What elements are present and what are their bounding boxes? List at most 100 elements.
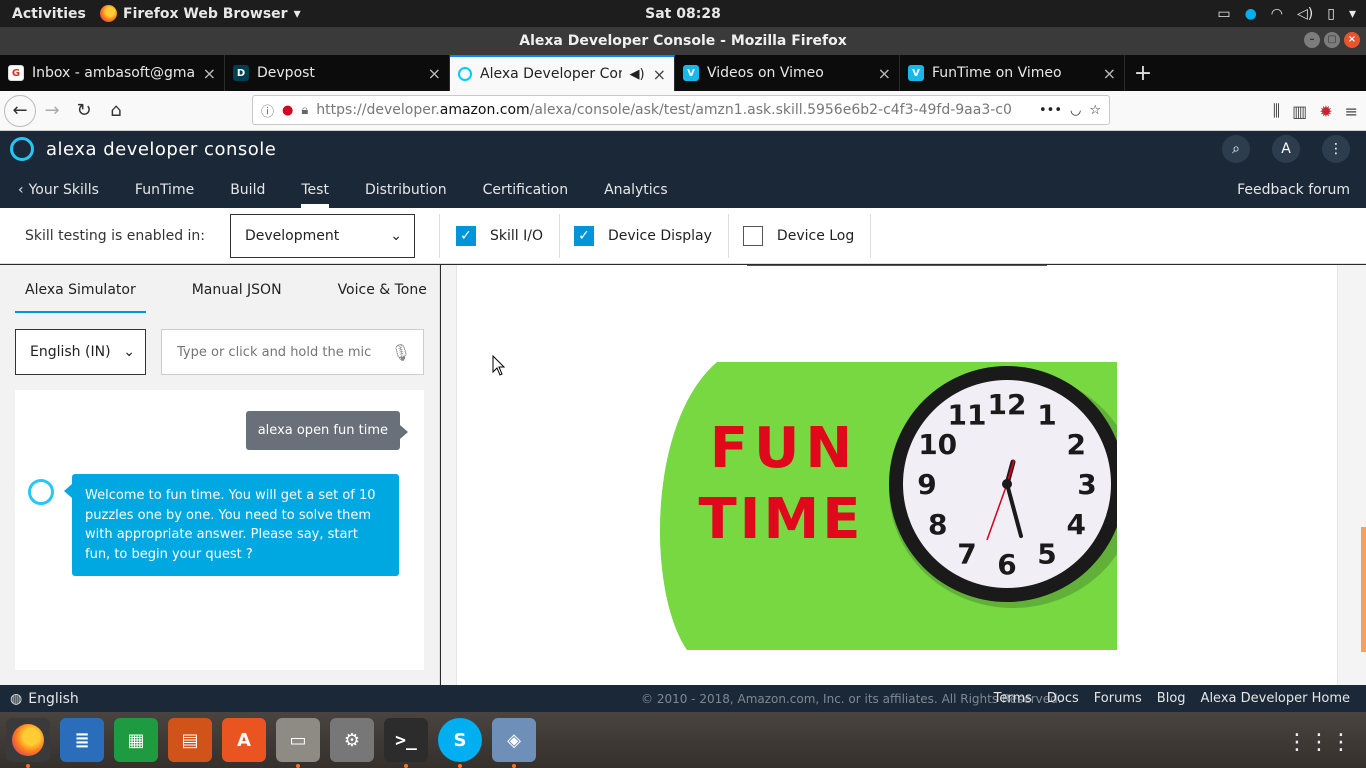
wifi-icon[interactable]: ◠: [1271, 6, 1283, 22]
bookmark-star-icon[interactable]: ☆: [1089, 103, 1101, 118]
maximize-icon[interactable]: ▢: [1324, 32, 1340, 48]
simulator-panel: Alexa Simulator Manual JSON Voice & Tone…: [0, 265, 440, 685]
skill-io-checkbox[interactable]: ✓ Skill I/O: [456, 225, 559, 246]
nav-analytics[interactable]: Analytics: [586, 171, 686, 208]
divider: [558, 213, 560, 258]
test-controls: Skill testing is enabled in: Development…: [0, 208, 1366, 264]
scrollbar-thumb[interactable]: [1361, 527, 1366, 652]
tab-manual-json[interactable]: Manual JSON: [182, 265, 292, 315]
speaker-icon[interactable]: ◀): [630, 67, 645, 82]
nav-distribution[interactable]: Distribution: [347, 171, 465, 208]
footer-link-blog[interactable]: Blog: [1157, 691, 1186, 706]
show-applications-icon[interactable]: ⋮⋮⋮: [1286, 730, 1352, 755]
close-tab-icon[interactable]: ×: [203, 64, 216, 83]
library-icon[interactable]: ⫼: [1273, 101, 1280, 121]
close-tab-icon[interactable]: ×: [1103, 64, 1116, 83]
dock-libreoffice-writer[interactable]: ≣: [60, 718, 104, 762]
dock-virtualbox[interactable]: ◈: [492, 718, 536, 768]
search-icon[interactable]: ⌕: [1222, 135, 1250, 163]
close-tab-icon[interactable]: ×: [428, 64, 441, 83]
microphone-icon[interactable]: 🎙︎: [391, 343, 411, 362]
close-tab-icon[interactable]: ×: [878, 64, 891, 83]
system-tray[interactable]: ▭ ● ◠ ◁) ▯ ▾: [1217, 0, 1356, 27]
clock-numeral: 10: [918, 428, 957, 461]
dock-terminal[interactable]: >_: [384, 718, 428, 768]
sidebar-icon[interactable]: ▥: [1292, 102, 1307, 121]
environment-select[interactable]: Development ⌄: [230, 213, 415, 258]
microphone-icon[interactable]: ●: [282, 103, 293, 118]
gear-icon: ⚙: [343, 729, 361, 751]
feedback-forum-link[interactable]: Feedback forum: [1237, 182, 1350, 198]
divider: [747, 265, 1047, 266]
close-tab-icon[interactable]: ×: [653, 65, 666, 84]
chevron-down-icon: ⌄: [390, 227, 402, 244]
tab-devpost[interactable]: D Devpost ×: [225, 55, 450, 91]
chevron-down-icon[interactable]: ▾: [1349, 6, 1356, 22]
footer-link-docs[interactable]: Docs: [1047, 691, 1079, 706]
divider: [727, 213, 729, 258]
device-log-checkbox[interactable]: Device Log: [742, 225, 870, 246]
toolbar-right: ⫼ ▥ ✹ ≡: [1273, 95, 1358, 127]
console-footer: ◍ English © 2010 - 2018, Amazon.com, Inc…: [0, 685, 1366, 712]
system-top-bar: Activities Firefox Web Browser ▾ Sat 08:…: [0, 0, 1366, 27]
nav-funtime[interactable]: FunTime: [117, 171, 212, 208]
utterance-box[interactable]: 🎙︎: [161, 329, 424, 375]
dock-libreoffice-impress[interactable]: ▤: [168, 718, 212, 762]
skype-tray-icon[interactable]: ●: [1245, 6, 1257, 22]
dock-skype[interactable]: S: [438, 718, 482, 768]
language-select[interactable]: English (IN) ⌄: [15, 329, 146, 375]
home-button[interactable]: ⌂: [100, 95, 132, 127]
nav-build[interactable]: Build: [212, 171, 283, 208]
url-bar[interactable]: ⓘ ● 🔒︎ https://developer.amazon.com/alex…: [252, 95, 1110, 125]
checkbox-unchecked-icon[interactable]: [742, 225, 763, 246]
tab-alexa-console[interactable]: Alexa Developer Console ◀) ×: [450, 55, 675, 91]
tab-voice-tone[interactable]: Voice & Tone: [328, 265, 437, 315]
hamburger-menu-icon[interactable]: ≡: [1345, 102, 1358, 121]
lock-icon[interactable]: 🔒︎: [301, 103, 308, 118]
extension-icon[interactable]: ✹: [1319, 102, 1332, 121]
checkbox-checked-icon[interactable]: ✓: [456, 225, 476, 246]
divider: [439, 213, 440, 258]
close-window-icon[interactable]: ×: [1344, 32, 1360, 48]
dock-firefox[interactable]: [6, 718, 50, 768]
new-tab-button[interactable]: +: [1125, 55, 1161, 91]
url-text[interactable]: https://developer.amazon.com/alexa/conso…: [316, 102, 1031, 118]
reload-button[interactable]: ↻: [68, 95, 100, 127]
language-picker[interactable]: ◍ English: [10, 691, 79, 707]
footer-link-terms[interactable]: Terms: [994, 691, 1032, 706]
chevron-down-icon: ▾: [293, 5, 301, 22]
dock-files[interactable]: ▭: [276, 718, 320, 768]
console-brand[interactable]: alexa developer console: [10, 137, 276, 161]
your-skills-link[interactable]: ‹ Your Skills: [0, 171, 117, 208]
page-actions-icon[interactable]: •••: [1039, 103, 1062, 118]
tab-gmail[interactable]: G Inbox - ambasoft@gmail.com ×: [0, 55, 225, 91]
nav-test[interactable]: Test: [283, 171, 347, 208]
app-menu[interactable]: Firefox Web Browser ▾: [100, 5, 301, 22]
dock-libreoffice-calc[interactable]: ▦: [114, 718, 158, 762]
footer-link-forums[interactable]: Forums: [1094, 691, 1142, 706]
camera-icon[interactable]: ▭: [1217, 6, 1230, 22]
dock-software-center[interactable]: A: [222, 718, 266, 762]
kebab-menu-icon[interactable]: ⋮: [1322, 135, 1350, 163]
tab-vimeo-videos[interactable]: V Videos on Vimeo ×: [675, 55, 900, 91]
tab-vimeo-funtime[interactable]: V FunTime on Vimeo ×: [900, 55, 1125, 91]
volume-icon[interactable]: ◁): [1297, 6, 1313, 22]
info-icon[interactable]: ⓘ: [261, 101, 274, 120]
utterance-input[interactable]: [177, 344, 381, 360]
back-button[interactable]: ←: [4, 94, 36, 127]
pocket-icon[interactable]: ◡: [1070, 103, 1081, 118]
checkbox-checked-icon[interactable]: ✓: [573, 225, 594, 246]
device-display-checkbox[interactable]: ✓ Device Display: [573, 225, 728, 246]
avatar[interactable]: A: [1272, 135, 1300, 163]
footer-link-developer-home[interactable]: Alexa Developer Home: [1201, 691, 1350, 706]
simulator-input-row: English (IN) ⌄ 🎙︎: [15, 329, 424, 375]
minimize-icon[interactable]: –: [1304, 32, 1320, 48]
forward-button[interactable]: →: [36, 95, 68, 127]
clock-numeral: 1: [1037, 399, 1056, 432]
battery-icon[interactable]: ▯: [1327, 6, 1335, 22]
tab-alexa-simulator[interactable]: Alexa Simulator: [15, 265, 146, 315]
window-controls: – ▢ ×: [1304, 32, 1360, 48]
activities-button[interactable]: Activities: [0, 6, 100, 22]
nav-certification[interactable]: Certification: [465, 171, 586, 208]
dock-settings[interactable]: ⚙: [330, 718, 374, 762]
